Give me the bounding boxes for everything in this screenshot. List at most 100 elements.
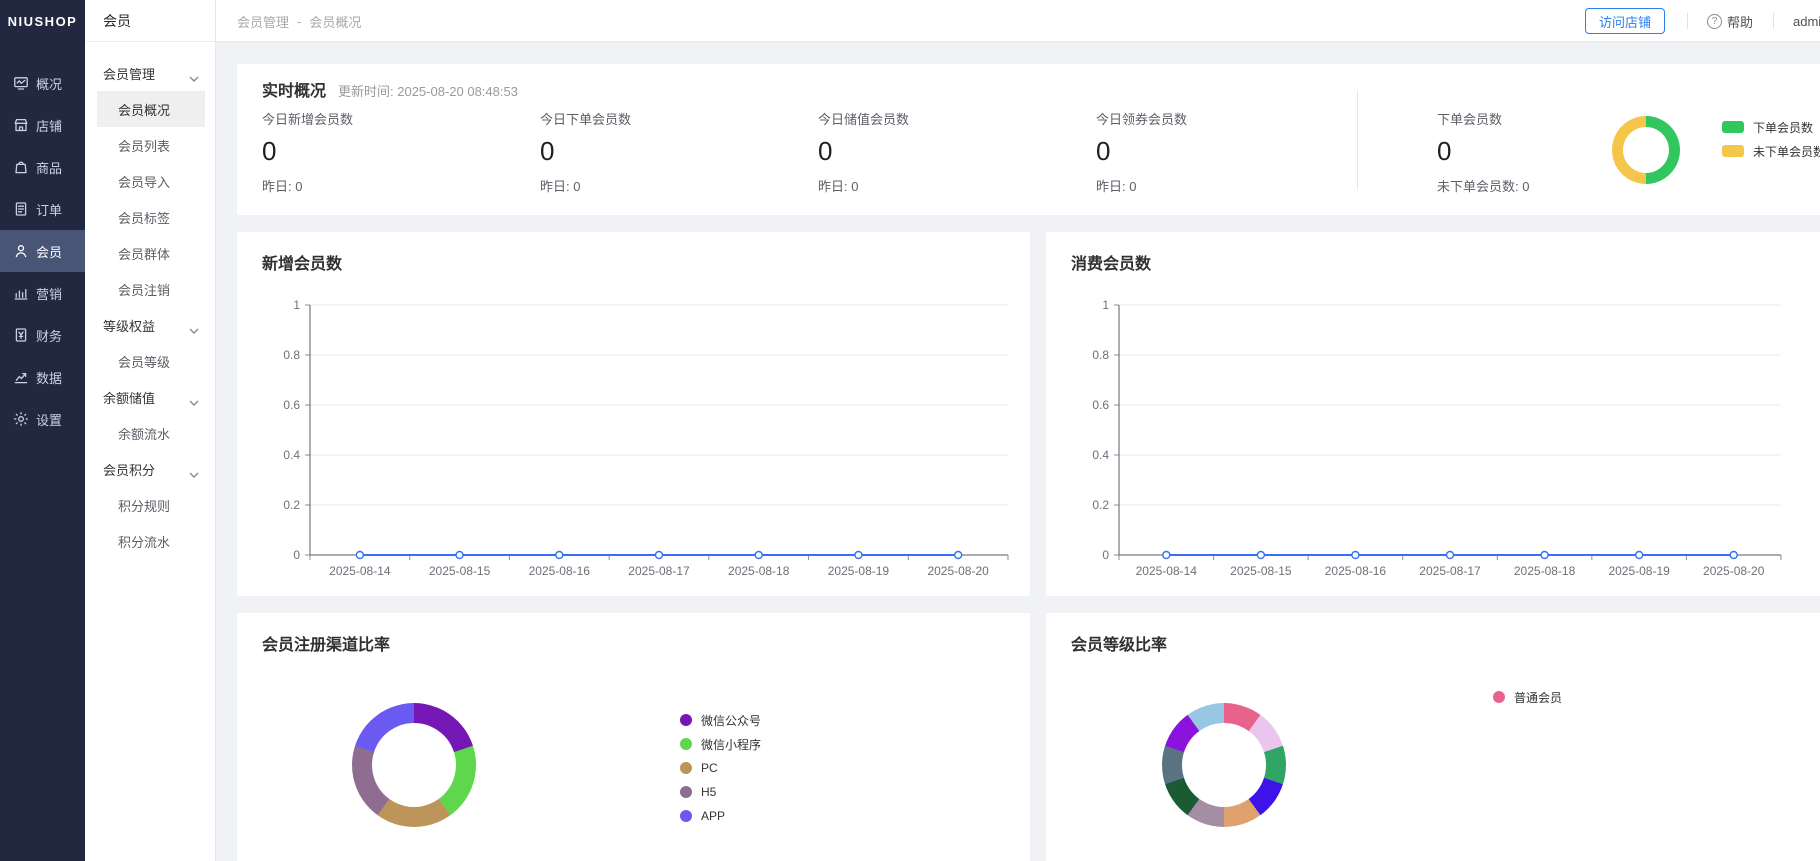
svg-text:2025-08-20: 2025-08-20 xyxy=(927,564,989,578)
legend-item[interactable]: 下单会员数 xyxy=(1722,115,1820,139)
register-channel-panel: 会员注册渠道比率 微信公众号微信小程序PCH5APP xyxy=(237,613,1030,861)
visit-shop-button[interactable]: 访问店铺 xyxy=(1585,8,1665,34)
stat-label: 今日新增会员数 xyxy=(262,109,522,128)
svg-text:1: 1 xyxy=(1102,298,1109,312)
stat-value: 0 xyxy=(818,136,1078,167)
help-question-icon: ? xyxy=(1707,14,1722,29)
chevron-down-icon xyxy=(189,466,199,472)
sidebar-item-label: 店铺 xyxy=(36,116,62,135)
donut-hole xyxy=(1623,127,1669,173)
legend-marker xyxy=(680,762,692,774)
stat-label: 今日领券会员数 xyxy=(1096,109,1356,128)
svg-text:2025-08-16: 2025-08-16 xyxy=(1325,564,1387,578)
donut-hole xyxy=(372,723,456,807)
svg-text:0.2: 0.2 xyxy=(1092,498,1109,512)
sidebar-item-goods[interactable]: 商品 xyxy=(0,146,85,188)
chevron-down-icon xyxy=(189,70,199,76)
submenu-item[interactable]: 会员列表 xyxy=(97,127,205,163)
legend-label: H5 xyxy=(701,785,716,799)
submenu-item[interactable]: 积分规则 xyxy=(97,487,205,523)
breadcrumb: 会员管理 - 会员概况 xyxy=(237,0,361,42)
svg-text:2025-08-17: 2025-08-17 xyxy=(628,564,690,578)
member-level-title: 会员等级比率 xyxy=(1071,631,1167,655)
legend-label: APP xyxy=(701,809,725,823)
new-members-chart-panel: 新增会员数 00.20.40.60.812025-08-142025-08-15… xyxy=(237,232,1030,596)
help-label: 帮助 xyxy=(1727,12,1753,31)
svg-text:1: 1 xyxy=(293,298,300,312)
data-icon xyxy=(13,369,29,385)
breadcrumb-member-manage[interactable]: 会员管理 xyxy=(237,12,289,31)
submenu-item[interactable]: 会员等级 xyxy=(97,343,205,379)
breadcrumb-separator: - xyxy=(297,14,301,29)
submenu-group[interactable]: 等级权益 xyxy=(85,307,215,343)
legend-item[interactable]: 微信公众号 xyxy=(680,708,761,732)
stat-card: 今日储值会员数0昨日: 0 xyxy=(818,109,1078,195)
submenu-item[interactable]: 会员注销 xyxy=(97,271,205,307)
submenu-group-label: 会员管理 xyxy=(103,64,155,83)
shop-icon xyxy=(13,117,29,133)
submenu-item-active[interactable]: 会员概况 xyxy=(97,91,205,127)
svg-text:0.8: 0.8 xyxy=(1092,348,1109,362)
svg-text:2025-08-20: 2025-08-20 xyxy=(1703,564,1765,578)
member-level-pie-chart xyxy=(1162,703,1286,827)
sidebar-item-label: 概况 xyxy=(36,74,62,93)
register-channel-pie-chart xyxy=(352,703,476,827)
svg-text:2025-08-19: 2025-08-19 xyxy=(1608,564,1670,578)
stat-sub: 昨日: 0 xyxy=(262,176,522,195)
svg-text:2025-08-18: 2025-08-18 xyxy=(728,564,790,578)
stat-card: 今日下单会员数0昨日: 0 xyxy=(540,109,800,195)
submenu-item[interactable]: 会员群体 xyxy=(97,235,205,271)
submenu-group[interactable]: 会员管理 xyxy=(85,55,215,91)
svg-text:2025-08-15: 2025-08-15 xyxy=(429,564,491,578)
sidebar-item-member[interactable]: 会员 xyxy=(0,230,85,272)
svg-text:0: 0 xyxy=(293,548,300,562)
submenu-group[interactable]: 会员积分 xyxy=(85,451,215,487)
stat-label: 今日下单会员数 xyxy=(540,109,800,128)
submenu-item[interactable]: 积分流水 xyxy=(97,523,205,559)
user-menu[interactable]: admin xyxy=(1793,0,1820,42)
svg-text:0.4: 0.4 xyxy=(1092,448,1109,462)
line-charts-row: 新增会员数 00.20.40.60.812025-08-142025-08-15… xyxy=(237,232,1820,596)
sidebar-item-finance[interactable]: 财务 xyxy=(0,314,85,356)
help-button[interactable]: ? 帮助 xyxy=(1707,0,1753,42)
sidebar-item-label: 数据 xyxy=(36,368,62,387)
register-channel-legend: 微信公众号微信小程序 PC H5 APP xyxy=(680,708,761,828)
svg-text:2025-08-17: 2025-08-17 xyxy=(1419,564,1481,578)
legend-item[interactable]: APP xyxy=(680,804,761,828)
sidebar-item-data[interactable]: 数据 xyxy=(0,356,85,398)
topbar: 会员管理 - 会员概况 访问店铺 ? 帮助 admin xyxy=(216,0,1820,42)
update-time: 更新时间: 2025-08-20 08:48:53 xyxy=(338,81,518,100)
sidebar-item-shop[interactable]: 店铺 xyxy=(0,104,85,146)
order-members-legend: 下单会员数未下单会员数 xyxy=(1722,115,1820,163)
secondary-sidebar: 会员 会员管理会员概况会员列表会员导入会员标签会员群体会员注销等级权益会员等级余… xyxy=(85,0,216,861)
legend-label: 普通会员 xyxy=(1514,689,1562,706)
legend-item[interactable]: 微信小程序 xyxy=(680,732,761,756)
submenu-group-label: 等级权益 xyxy=(103,316,155,335)
sidebar-item-order[interactable]: 订单 xyxy=(0,188,85,230)
legend-item[interactable]: H5 xyxy=(680,780,761,804)
legend-item[interactable]: 未下单会员数 xyxy=(1722,139,1820,163)
sidebar-item-label: 营销 xyxy=(36,284,62,303)
primary-sidebar: NIUSHOP 概况店铺商品订单会员营销财务数据设置 xyxy=(0,0,85,861)
sidebar-item-overview[interactable]: 概况 xyxy=(0,62,85,104)
sidebar-item-marketing[interactable]: 营销 xyxy=(0,272,85,314)
stat-sub: 昨日: 0 xyxy=(1096,176,1356,195)
sidebar-item-label: 订单 xyxy=(36,200,62,219)
svg-text:0.8: 0.8 xyxy=(283,348,300,362)
stat-value: 0 xyxy=(262,136,522,167)
breadcrumb-member-overview[interactable]: 会员概况 xyxy=(309,12,361,31)
marketing-icon xyxy=(13,285,29,301)
submenu-group[interactable]: 余额储值 xyxy=(85,379,215,415)
svg-text:2025-08-15: 2025-08-15 xyxy=(1230,564,1292,578)
legend-item[interactable]: 普通会员 xyxy=(1493,685,1562,709)
sidebar-item-settings[interactable]: 设置 xyxy=(0,398,85,440)
legend-label: PC xyxy=(701,761,718,775)
svg-text:2025-08-16: 2025-08-16 xyxy=(529,564,591,578)
submenu-item[interactable]: 会员导入 xyxy=(97,163,205,199)
svg-text:2025-08-14: 2025-08-14 xyxy=(329,564,391,578)
legend-item[interactable]: PC xyxy=(680,756,761,780)
submenu-item[interactable]: 余额流水 xyxy=(97,415,205,451)
submenu-list: 会员管理会员概况会员列表会员导入会员标签会员群体会员注销等级权益会员等级余额储值… xyxy=(85,42,215,559)
submenu-item[interactable]: 会员标签 xyxy=(97,199,205,235)
svg-text:2025-08-14: 2025-08-14 xyxy=(1136,564,1198,578)
